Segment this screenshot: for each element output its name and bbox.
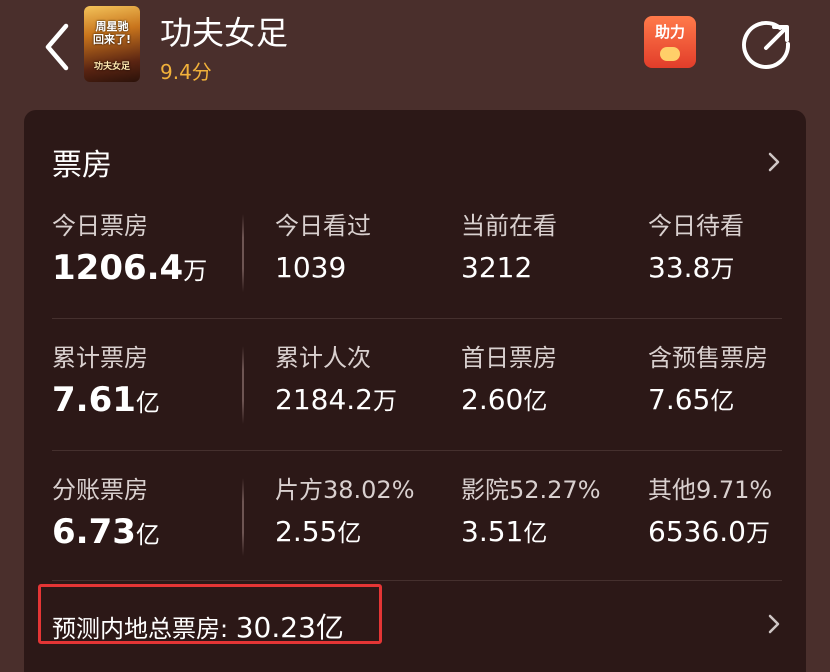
stat-value: 3.51 bbox=[461, 515, 524, 548]
stat-label: 今日看过 bbox=[275, 212, 371, 240]
stat-total-box-office: 累计票房 7.61亿 bbox=[52, 342, 160, 426]
stat-today-watched: 今日看过 1039 bbox=[275, 210, 371, 292]
forecast-more-button[interactable] bbox=[764, 610, 784, 638]
share-button[interactable] bbox=[740, 18, 796, 74]
stat-value: 7.61 bbox=[52, 380, 136, 420]
poster-brand: 功夫女足 bbox=[93, 62, 130, 72]
stat-other-share: 其他9.71% 6536.0万 bbox=[648, 474, 772, 556]
stat-today-box-office: 今日票房 1206.4万 bbox=[52, 210, 207, 294]
stat-unit: 亿 bbox=[337, 519, 362, 547]
stats-row-cumulative: 累计票房 7.61亿 累计人次 2184.2万 首日票房 2.60亿 含预售票房… bbox=[24, 342, 806, 442]
poster-caption: 周星驰 回来了! bbox=[92, 20, 132, 46]
stat-unit: 亿 bbox=[135, 521, 160, 549]
stat-producer-share: 片方38.02% 2.55亿 bbox=[275, 474, 415, 556]
stat-value: 2.55 bbox=[275, 515, 338, 548]
stat-unit: 亿 bbox=[523, 387, 548, 415]
card-title: 票房 bbox=[52, 148, 112, 183]
row-divider bbox=[52, 450, 782, 451]
help-button[interactable]: 助力 bbox=[644, 16, 696, 68]
stat-total-admissions: 累计人次 2184.2万 bbox=[275, 342, 397, 424]
movie-title: 功夫女足 bbox=[160, 14, 289, 52]
chevron-right-icon bbox=[768, 152, 780, 172]
help-label: 助力 bbox=[654, 23, 685, 41]
column-divider bbox=[242, 214, 244, 292]
stat-split-box-office: 分账票房 6.73亿 bbox=[52, 474, 160, 558]
forecast-value: 30.23亿 bbox=[235, 611, 344, 644]
stat-value: 33.8 bbox=[648, 251, 711, 284]
help-coin-icon bbox=[660, 47, 680, 61]
stat-unit: 万 bbox=[372, 387, 397, 415]
stat-unit: 亿 bbox=[523, 519, 548, 547]
stats-row-today: 今日票房 1206.4万 今日看过 1039 当前在看 3212 今日待看 33… bbox=[24, 210, 806, 310]
stat-label: 累计票房 bbox=[52, 344, 148, 372]
stat-label: 分账票房 bbox=[52, 476, 148, 504]
stat-today-want: 今日待看 33.8万 bbox=[648, 210, 744, 292]
row-divider bbox=[52, 580, 782, 581]
stat-unit: 万 bbox=[183, 257, 208, 285]
stat-unit: 万 bbox=[710, 255, 735, 283]
movie-poster[interactable]: 周星驰 回来了! 功夫女足 bbox=[84, 6, 140, 82]
stat-label: 其他9.71% bbox=[648, 476, 773, 504]
stat-value: 7.65 bbox=[648, 383, 711, 416]
stat-label: 当前在看 bbox=[461, 212, 557, 240]
back-arrow-icon bbox=[45, 23, 69, 71]
stat-cinema-share: 影院52.27% 3.51亿 bbox=[461, 474, 601, 556]
stat-value: 1039 bbox=[275, 251, 347, 284]
row-divider bbox=[52, 318, 782, 319]
stat-label: 影院52.27% bbox=[461, 476, 601, 504]
box-office-card: 票房 今日票房 1206.4万 今日看过 1039 当前在看 3212 今日待看… bbox=[24, 110, 806, 672]
stat-value: 2.60 bbox=[461, 383, 524, 416]
stat-first-day: 首日票房 2.60亿 bbox=[461, 342, 557, 424]
stat-label: 首日票房 bbox=[461, 344, 557, 372]
stat-unit: 亿 bbox=[135, 389, 160, 417]
stat-value: 6536.0 bbox=[648, 515, 746, 548]
column-divider bbox=[242, 478, 244, 556]
stat-label: 片方38.02% bbox=[275, 476, 415, 504]
stat-unit: 亿 bbox=[710, 387, 735, 415]
forecast-row[interactable]: 预测内地总票房: 30.23亿 bbox=[52, 606, 344, 646]
stat-label: 今日待看 bbox=[648, 212, 744, 240]
stat-value: 6.73 bbox=[52, 512, 136, 552]
stat-value: 1206.4 bbox=[52, 248, 184, 288]
stat-value: 3212 bbox=[461, 251, 533, 284]
forecast-label: 预测内地总票房: bbox=[52, 615, 229, 643]
card-more-button[interactable] bbox=[764, 148, 784, 176]
share-icon bbox=[742, 20, 791, 69]
stat-now-watching: 当前在看 3212 bbox=[461, 210, 557, 292]
stat-label: 含预售票房 bbox=[648, 344, 768, 372]
app-header: 周星驰 回来了! 功夫女足 功夫女足 9.4分 助力 bbox=[0, 0, 830, 100]
stat-value: 2184.2 bbox=[275, 383, 373, 416]
stat-label: 累计人次 bbox=[275, 344, 371, 372]
chevron-right-icon bbox=[768, 614, 780, 634]
stat-unit: 万 bbox=[745, 519, 770, 547]
column-divider bbox=[242, 346, 244, 424]
stats-row-split: 分账票房 6.73亿 片方38.02% 2.55亿 影院52.27% 3.51亿… bbox=[24, 474, 806, 574]
stat-label: 今日票房 bbox=[52, 212, 148, 240]
movie-score: 9.4分 bbox=[160, 60, 212, 84]
stat-with-presale: 含预售票房 7.65亿 bbox=[648, 342, 768, 424]
back-button[interactable] bbox=[36, 20, 86, 74]
